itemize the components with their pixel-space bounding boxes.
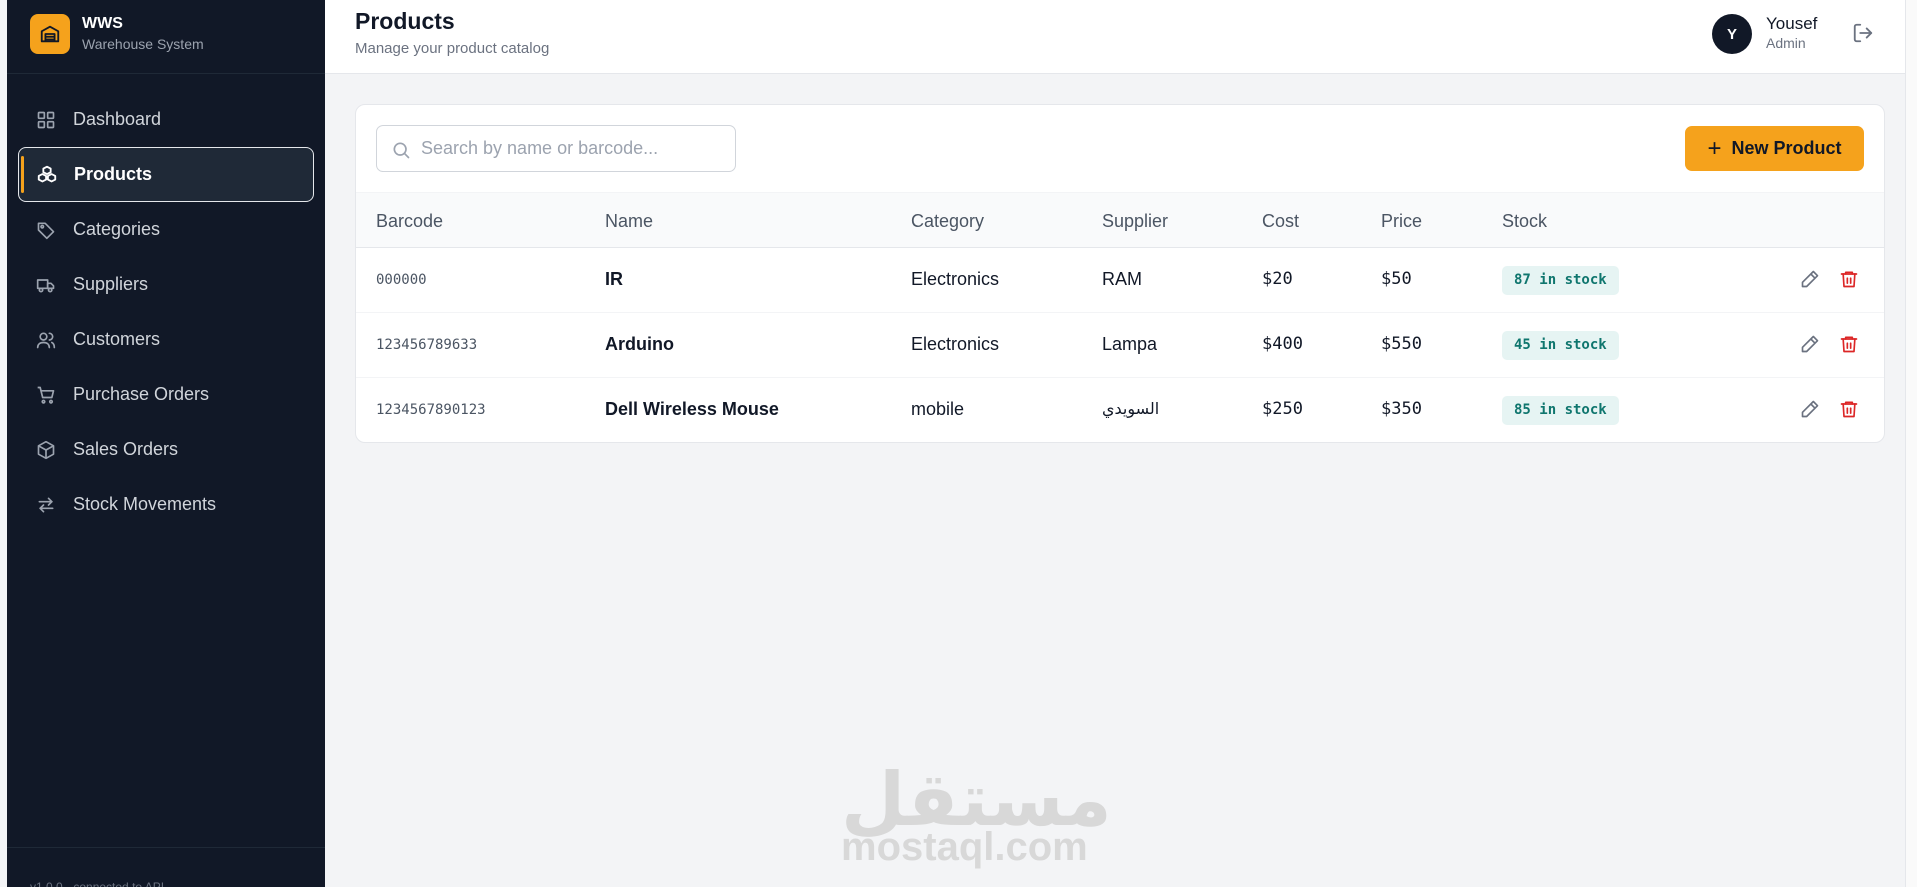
sidebar-item-customers[interactable]: Customers [7,312,325,367]
plus-icon: + [1707,134,1722,162]
sidebar-item-categories[interactable]: Categories [7,202,325,257]
package-icon [35,439,57,461]
column-header-price[interactable]: Price [1381,211,1422,232]
sidebar-item-label: Suppliers [73,274,149,294]
warehouse-icon [30,14,70,54]
cart-icon [35,384,57,406]
column-header-supplier[interactable]: Supplier [1102,211,1168,232]
sidebar-item-label: Customers [73,329,161,349]
cost-cell: $400 [1262,334,1303,354]
column-header-cost[interactable]: Cost [1262,211,1299,232]
column-header-stock[interactable]: Stock [1502,211,1547,232]
sidebar-item-label: Purchase Orders [73,384,210,404]
sidebar-item-stock-movements[interactable]: Stock Movements [7,477,325,532]
barcode-cell: 000000 [376,272,427,288]
search-icon [391,140,411,160]
category-cell: Electronics [911,334,1000,354]
watermark-arabic: مستقل [841,757,1112,843]
edit-icon[interactable] [1800,269,1822,291]
watermark: مستقل mostaql.com [841,757,1112,869]
avatar[interactable]: Y [1712,14,1752,54]
sidebar-item-label: Categories [73,219,161,239]
cost-cell: $20 [1262,269,1293,289]
users-icon [35,329,57,351]
products-card: + New Product Barcode Name Category Supp… [355,104,1885,443]
new-product-button[interactable]: + New Product [1685,126,1864,171]
boxes-icon [36,164,58,186]
page-subtitle: Manage your product catalog [355,40,550,57]
sidebar-item-dashboard[interactable]: Dashboard [7,92,325,147]
brand: WWS Warehouse System [7,0,325,74]
price-cell: $550 [1381,334,1422,354]
search-box [376,125,736,172]
sidebar-footer: v1.0.0 · connected to API [7,847,325,887]
window-scrollbar[interactable] [1905,0,1917,887]
name-cell: Arduino [605,334,674,354]
tag-icon [35,219,57,241]
barcode-cell: 123456789633 [376,337,478,353]
cost-cell: $250 [1262,399,1303,419]
sidebar-nav: Dashboard Products Categories Suppliers … [7,92,325,532]
search-input[interactable] [421,126,721,171]
sidebar-item-label: Dashboard [73,109,162,129]
name-cell: Dell Wireless Mouse [605,399,779,419]
version-status: v1.0.0 · connected to API [30,880,165,887]
sidebar: WWS Warehouse System Dashboard Products … [7,0,325,887]
column-header-name[interactable]: Name [605,211,653,232]
user-name: Yousef [1766,14,1818,33]
name-cell: IR [605,269,623,289]
arrows-icon [35,494,57,516]
brand-subtitle: Warehouse System [82,36,204,52]
user-role: Admin [1766,35,1806,51]
sidebar-item-suppliers[interactable]: Suppliers [7,257,325,312]
sidebar-item-label: Sales Orders [73,439,179,459]
category-cell: mobile [911,399,965,419]
new-product-label: New Product [1731,138,1842,158]
logout-icon[interactable] [1852,22,1874,44]
watermark-latin: mostaql.com [841,825,1088,869]
supplier-cell: RAM [1102,269,1142,289]
supplier-cell: Lampa [1102,334,1158,354]
edit-icon[interactable] [1800,399,1822,421]
sidebar-item-label: Stock Movements [73,494,217,514]
top-header: Products Manage your product catalog Y Y… [325,0,1917,74]
sidebar-item-products[interactable]: Products [18,147,314,202]
table-row[interactable]: 000000 IR Electronics RAM $20 $50 87 in … [356,248,1884,313]
sidebar-item-sales-orders[interactable]: Sales Orders [7,422,325,477]
category-cell: Electronics [911,269,1000,289]
supplier-cell: السويدي [1102,399,1160,418]
sidebar-item-label: Products [74,164,153,184]
barcode-cell: 1234567890123 [376,402,486,418]
edit-icon[interactable] [1800,334,1822,356]
table-row[interactable]: 123456789633 Arduino Electronics Lampa $… [356,313,1884,378]
stock-badge: 45 in stock [1502,331,1619,360]
trash-icon[interactable] [1839,269,1861,291]
trash-icon[interactable] [1839,399,1861,421]
sidebar-item-purchase-orders[interactable]: Purchase Orders [7,367,325,422]
page-title: Products [355,8,455,34]
price-cell: $350 [1381,399,1422,419]
truck-icon [35,274,57,296]
price-cell: $50 [1381,269,1412,289]
grid-icon [35,109,57,131]
column-header-category[interactable]: Category [911,211,984,232]
table-header: Barcode Name Category Supplier Cost Pric… [356,192,1884,248]
stock-badge: 87 in stock [1502,266,1619,295]
trash-icon[interactable] [1839,334,1861,356]
column-header-barcode[interactable]: Barcode [376,211,443,232]
brand-title: WWS [82,15,123,32]
table-row[interactable]: 1234567890123 Dell Wireless Mouse mobile… [356,378,1884,442]
stock-badge: 85 in stock [1502,396,1619,425]
